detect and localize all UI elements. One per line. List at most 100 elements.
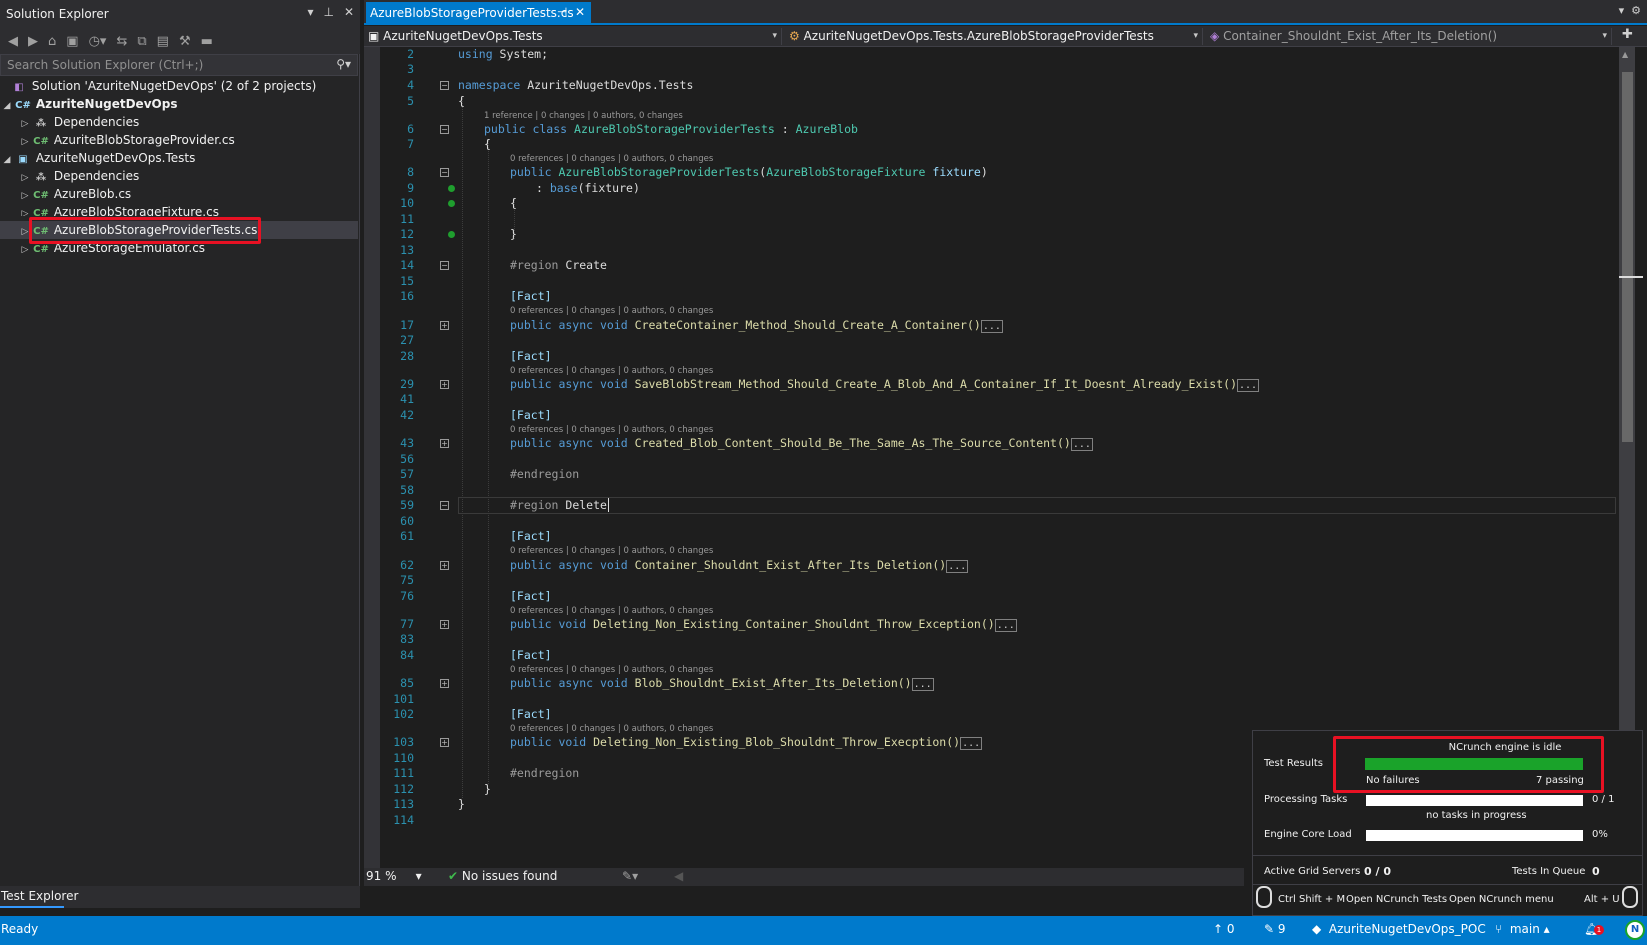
- pin-icon[interactable]: ⊥: [323, 5, 333, 19]
- line-number: 101: [393, 692, 414, 706]
- branch-selector[interactable]: ⑂ main ▴: [1495, 922, 1550, 936]
- code-line: }: [510, 227, 517, 241]
- fold-collapse-icon[interactable]: −: [440, 261, 449, 270]
- mouse-left-icon: [1256, 886, 1272, 908]
- push-indicator[interactable]: ↑ 0: [1213, 922, 1235, 936]
- codelens-info[interactable]: 0 references | 0 changes | 0 authors, 0 …: [510, 306, 713, 316]
- scroll-left-icon[interactable]: ◀: [674, 869, 683, 883]
- tab-list-dropdown-icon[interactable]: ▾: [1619, 4, 1625, 17]
- back-icon[interactable]: ◀: [8, 34, 18, 49]
- home-icon[interactable]: ⌂: [48, 34, 56, 49]
- fold-collapse-icon[interactable]: −: [440, 125, 449, 134]
- close-icon[interactable]: ✕: [344, 5, 354, 19]
- pin-icon[interactable]: ⊣: [557, 5, 567, 19]
- line-number: 12: [400, 227, 414, 241]
- engine-core-load-bar: [1366, 830, 1583, 841]
- line-number: 7: [407, 137, 414, 151]
- tree-item-dependencies[interactable]: ▷ ⁂ Dependencies: [0, 167, 358, 185]
- collapsed-block[interactable]: ...: [994, 619, 1017, 632]
- fold-collapse-icon[interactable]: −: [440, 168, 449, 177]
- fold-expand-icon[interactable]: +: [440, 321, 449, 330]
- coverage-dot-icon[interactable]: [448, 185, 455, 192]
- close-tab-icon[interactable]: ✕: [575, 5, 585, 19]
- fold-collapse-icon[interactable]: −: [440, 81, 449, 90]
- tree-item-solution[interactable]: ◧ Solution 'AzuriteNugetDevOps' (2 of 2 …: [0, 77, 358, 95]
- fold-expand-icon[interactable]: +: [440, 561, 449, 570]
- collapsed-triangle-icon[interactable]: ▷: [18, 205, 32, 216]
- preview-icon[interactable]: ▬: [201, 34, 213, 49]
- project-dropdown[interactable]: ▣ AzuriteNugetDevOps.Tests ▾: [364, 28, 782, 45]
- collapsed-block[interactable]: ...: [980, 320, 1003, 333]
- tree-item-file[interactable]: ▷ C# AzuriteBlobStorageProvider.cs: [0, 131, 358, 149]
- document-tab-active[interactable]: AzureBlobStorageProviderTests.cs ⊣ ✕: [366, 2, 591, 25]
- tree-item-file[interactable]: ▷ C# AzureBlobStorageFixture.cs: [0, 203, 358, 216]
- code-line: [Fact]: [510, 408, 552, 422]
- tree-item-project-tests[interactable]: ◢ ▣ AzuriteNugetDevOps.Tests: [0, 149, 358, 167]
- collapsed-block[interactable]: ...: [960, 737, 983, 750]
- tree-item-project-main[interactable]: ◢ C# AzuriteNugetDevOps: [0, 95, 358, 113]
- highlight-box: [29, 217, 261, 244]
- codelens-info[interactable]: 0 references | 0 changes | 0 authors, 0 …: [510, 546, 713, 556]
- open-ncrunch-menu-link[interactable]: Open NCrunch menu: [1449, 894, 1554, 905]
- indicator-margin: [364, 47, 380, 870]
- codelens-info[interactable]: 0 references | 0 changes | 0 authors, 0 …: [510, 366, 713, 376]
- codelens-info[interactable]: 0 references | 0 changes | 0 authors, 0 …: [510, 606, 713, 616]
- codelens-info[interactable]: 0 references | 0 changes | 0 authors, 0 …: [510, 425, 713, 435]
- fold-expand-icon[interactable]: +: [440, 620, 449, 629]
- tree-item-dependencies[interactable]: ▷ ⁂ Dependencies: [0, 113, 358, 131]
- solution-explorer-search-input[interactable]: Search Solution Explorer (Ctrl+;) ⚲▾: [0, 54, 358, 76]
- cleanup-dropdown[interactable]: ✎▾: [622, 869, 638, 883]
- settings-icon[interactable]: ⚙: [1631, 4, 1641, 17]
- collapsed-block[interactable]: ...: [946, 560, 969, 573]
- processing-tasks-value: 0 / 1: [1592, 794, 1615, 805]
- fold-expand-icon[interactable]: +: [440, 738, 449, 747]
- line-number: 27: [400, 333, 414, 347]
- fold-expand-icon[interactable]: +: [440, 679, 449, 688]
- processing-tasks-label: Processing Tasks: [1264, 794, 1348, 805]
- git-icon: ◆: [1312, 922, 1322, 936]
- class-dropdown[interactable]: ⚙ AzuriteNugetDevOps.Tests.AzureBlobStor…: [785, 28, 1203, 45]
- coverage-dot-icon[interactable]: [448, 231, 455, 238]
- line-number: 13: [400, 243, 414, 257]
- codelens-info[interactable]: 0 references | 0 changes | 0 authors, 0 …: [510, 665, 713, 675]
- fold-collapse-icon[interactable]: −: [440, 501, 449, 510]
- fold-expand-icon[interactable]: +: [440, 439, 449, 448]
- scrollbar-thumb[interactable]: [1622, 72, 1633, 442]
- arrow-up-icon: ↑: [1213, 922, 1224, 936]
- coverage-dot-icon[interactable]: [448, 200, 455, 207]
- properties-icon[interactable]: ⚒: [179, 34, 191, 49]
- switch-views-icon[interactable]: ▣: [66, 34, 78, 49]
- split-window-icon[interactable]: ✚: [1622, 27, 1633, 42]
- scroll-up-icon[interactable]: ▲: [1622, 50, 1628, 59]
- zoom-dropdown[interactable]: 91 % ▾: [366, 869, 422, 883]
- repository-selector[interactable]: ◆ AzuriteNugetDevOps_POC: [1312, 922, 1486, 936]
- issues-indicator[interactable]: ✔ No issues found: [448, 869, 557, 883]
- codelens-info[interactable]: 1 reference | 0 changes | 0 authors, 0 c…: [484, 111, 683, 121]
- codelens-info[interactable]: 0 references | 0 changes | 0 authors, 0 …: [510, 154, 713, 164]
- search-icon[interactable]: ⚲▾: [336, 57, 351, 71]
- line-number: 28: [400, 349, 414, 363]
- line-number: 103: [393, 735, 414, 749]
- code-line: public async void CreateContainer_Method…: [510, 318, 1003, 333]
- test-explorer-tab[interactable]: Test Explorer: [0, 886, 360, 908]
- collapsed-block[interactable]: ...: [911, 678, 934, 691]
- show-all-files-icon[interactable]: ▤: [157, 34, 169, 49]
- dropdown-icon[interactable]: ▾: [307, 5, 313, 19]
- code-line: #region Create: [510, 258, 607, 272]
- changes-indicator[interactable]: ✎ 9: [1264, 922, 1286, 936]
- collapsed-block[interactable]: ...: [1237, 379, 1260, 392]
- collapsed-block[interactable]: ...: [1070, 438, 1093, 451]
- codelens-info[interactable]: 0 references | 0 changes | 0 authors, 0 …: [510, 724, 713, 734]
- tests-in-queue-value: 0: [1592, 865, 1600, 878]
- member-dropdown[interactable]: ◈ Container_Shouldnt_Exist_After_Its_Del…: [1206, 28, 1612, 45]
- history-icon[interactable]: ◷▾: [89, 34, 107, 49]
- sync-icon[interactable]: ⇆: [116, 34, 127, 49]
- fold-expand-icon[interactable]: +: [440, 380, 449, 389]
- code-line: #endregion: [510, 766, 580, 780]
- forward-icon[interactable]: ▶: [28, 34, 38, 49]
- line-number: 62: [400, 558, 414, 572]
- open-ncrunch-tests-link[interactable]: Open NCrunch Tests: [1346, 894, 1447, 905]
- ncrunch-status-icon[interactable]: N: [1625, 920, 1645, 940]
- tree-item-file[interactable]: ▷ C# AzureBlob.cs: [0, 185, 358, 203]
- collapse-all-icon[interactable]: ⧉: [137, 34, 146, 49]
